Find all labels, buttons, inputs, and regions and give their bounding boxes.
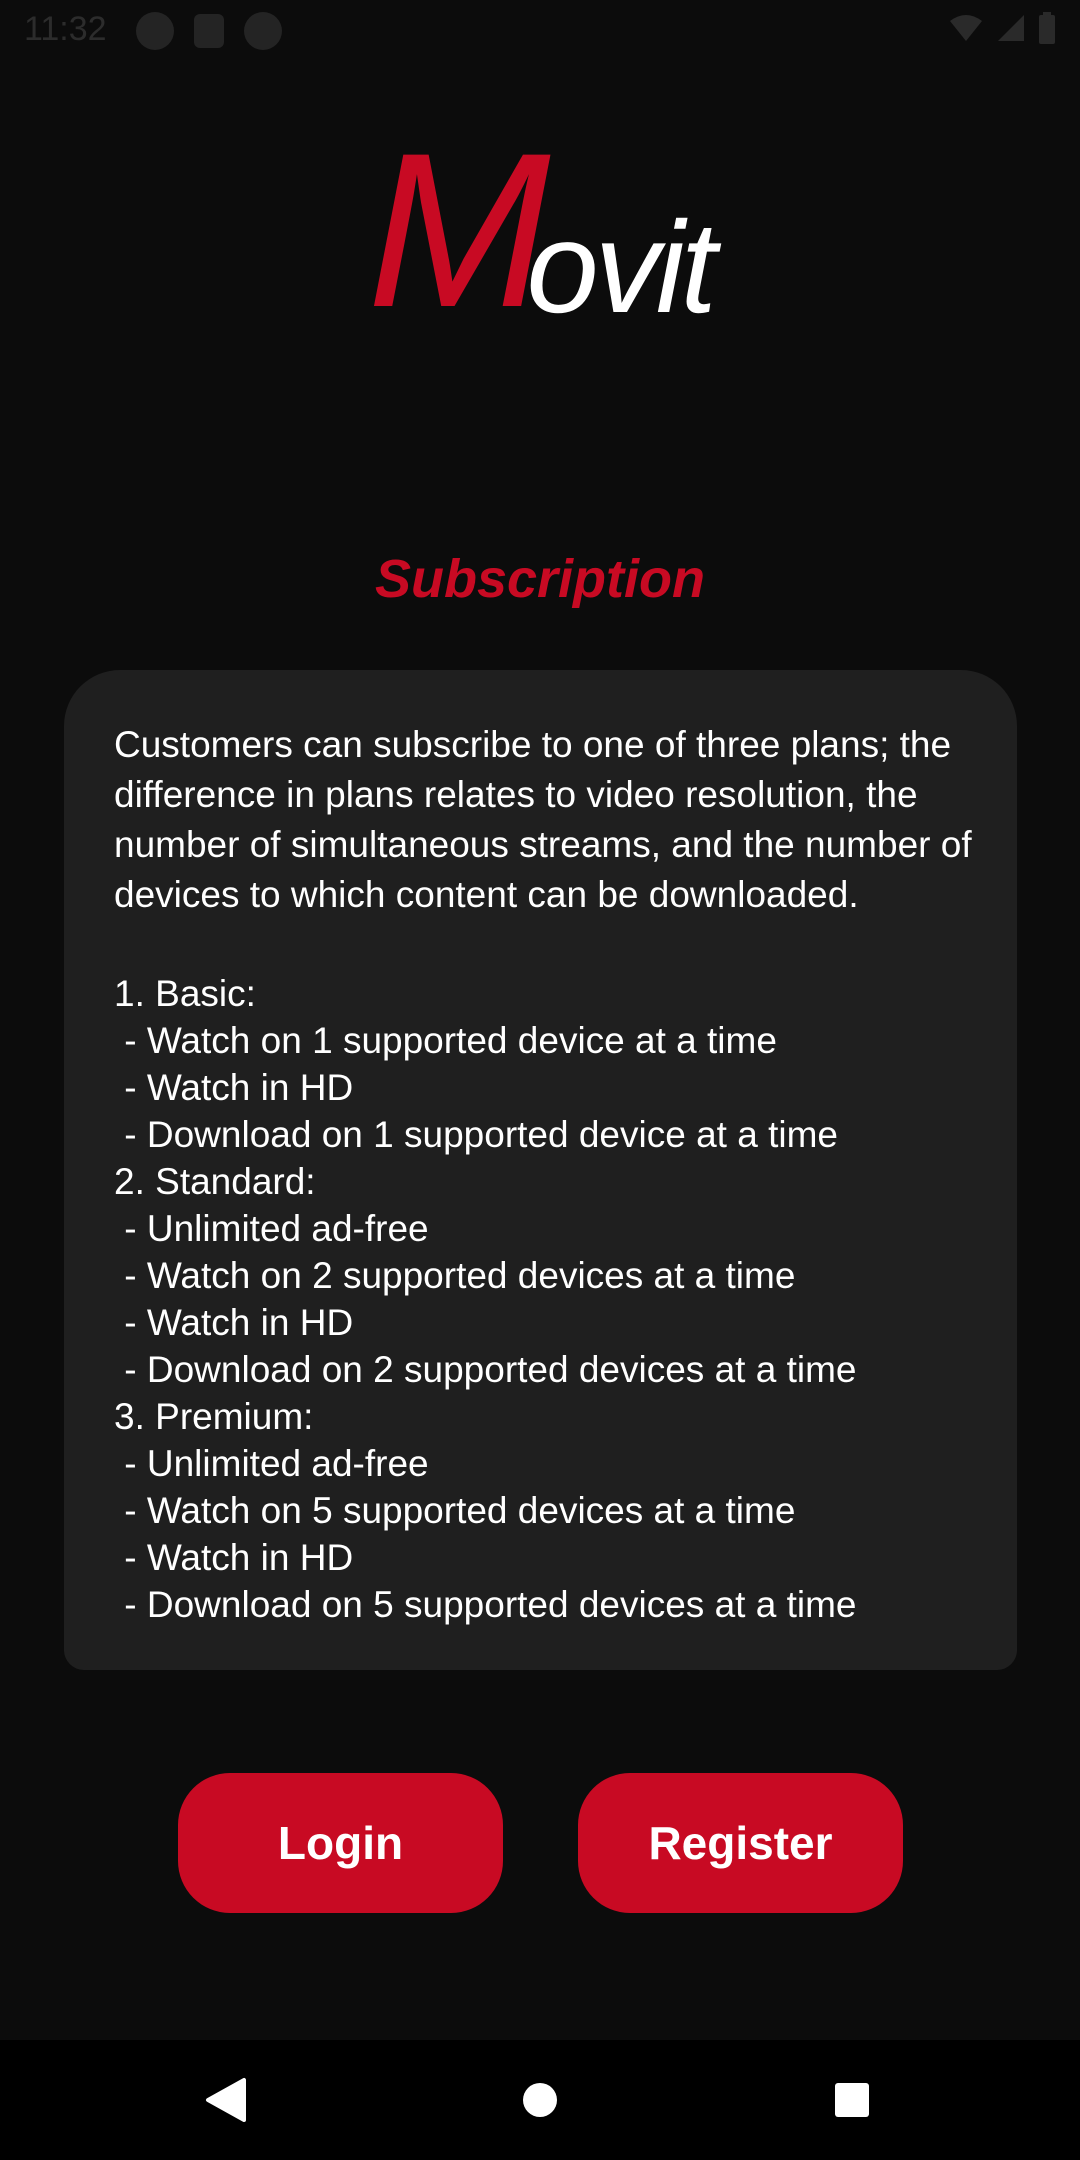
status-time: 11:32 <box>24 10 107 48</box>
plan-line: 3. Premium: <box>114 1396 314 1437</box>
recents-icon <box>835 2083 869 2117</box>
battery-icon <box>1039 12 1055 44</box>
description-intro: Customers can subscribe to one of three … <box>114 724 972 915</box>
home-icon <box>523 2083 557 2117</box>
page-title: Subscription <box>374 549 705 609</box>
notification-icon <box>194 14 224 48</box>
plan-line: 1. Basic: <box>114 973 256 1014</box>
plan-line: - Download on 5 supported devices at a t… <box>114 1584 857 1625</box>
plan-line: - Watch on 2 supported devices at a time <box>114 1255 796 1296</box>
status-icons <box>948 12 1056 44</box>
plan-line: - Watch in HD <box>114 1537 354 1578</box>
system-navigation-bar <box>0 2040 1080 2160</box>
plan-line: 2. Standard: <box>114 1161 316 1202</box>
plan-line: - Watch on 1 supported device at a time <box>114 1020 777 1061</box>
plan-line: - Download on 1 supported device at a ti… <box>114 1114 838 1155</box>
subscription-description-card[interactable]: Customers can subscribe to one of three … <box>64 670 1017 1670</box>
plan-line: - Watch in HD <box>114 1302 354 1343</box>
plan-list: 1. Basic: - Watch on 1 supported device … <box>114 970 994 1628</box>
plan-line: - Watch on 5 supported devices at a time <box>114 1490 796 1531</box>
logo-first-letter: M <box>367 107 550 353</box>
notification-icon <box>136 12 174 50</box>
back-icon <box>206 2078 246 2122</box>
plan-line: - Download on 2 supported devices at a t… <box>114 1349 857 1390</box>
home-button[interactable] <box>500 2060 580 2140</box>
app-logo: M ovit <box>0 120 1080 340</box>
plan-line: - Unlimited ad-free <box>114 1443 429 1484</box>
status-bar: 11:32 <box>0 0 1080 60</box>
signal-icon <box>998 15 1024 41</box>
plan-line: - Unlimited ad-free <box>114 1208 429 1249</box>
back-button[interactable] <box>186 2060 266 2140</box>
recents-button[interactable] <box>812 2060 892 2140</box>
logo-rest: ovit <box>526 194 716 340</box>
plan-line: - Watch in HD <box>114 1067 354 1108</box>
wifi-icon <box>950 15 982 41</box>
notification-icon <box>244 12 282 50</box>
register-button[interactable]: Register <box>578 1773 903 1913</box>
login-button[interactable]: Login <box>178 1773 503 1913</box>
